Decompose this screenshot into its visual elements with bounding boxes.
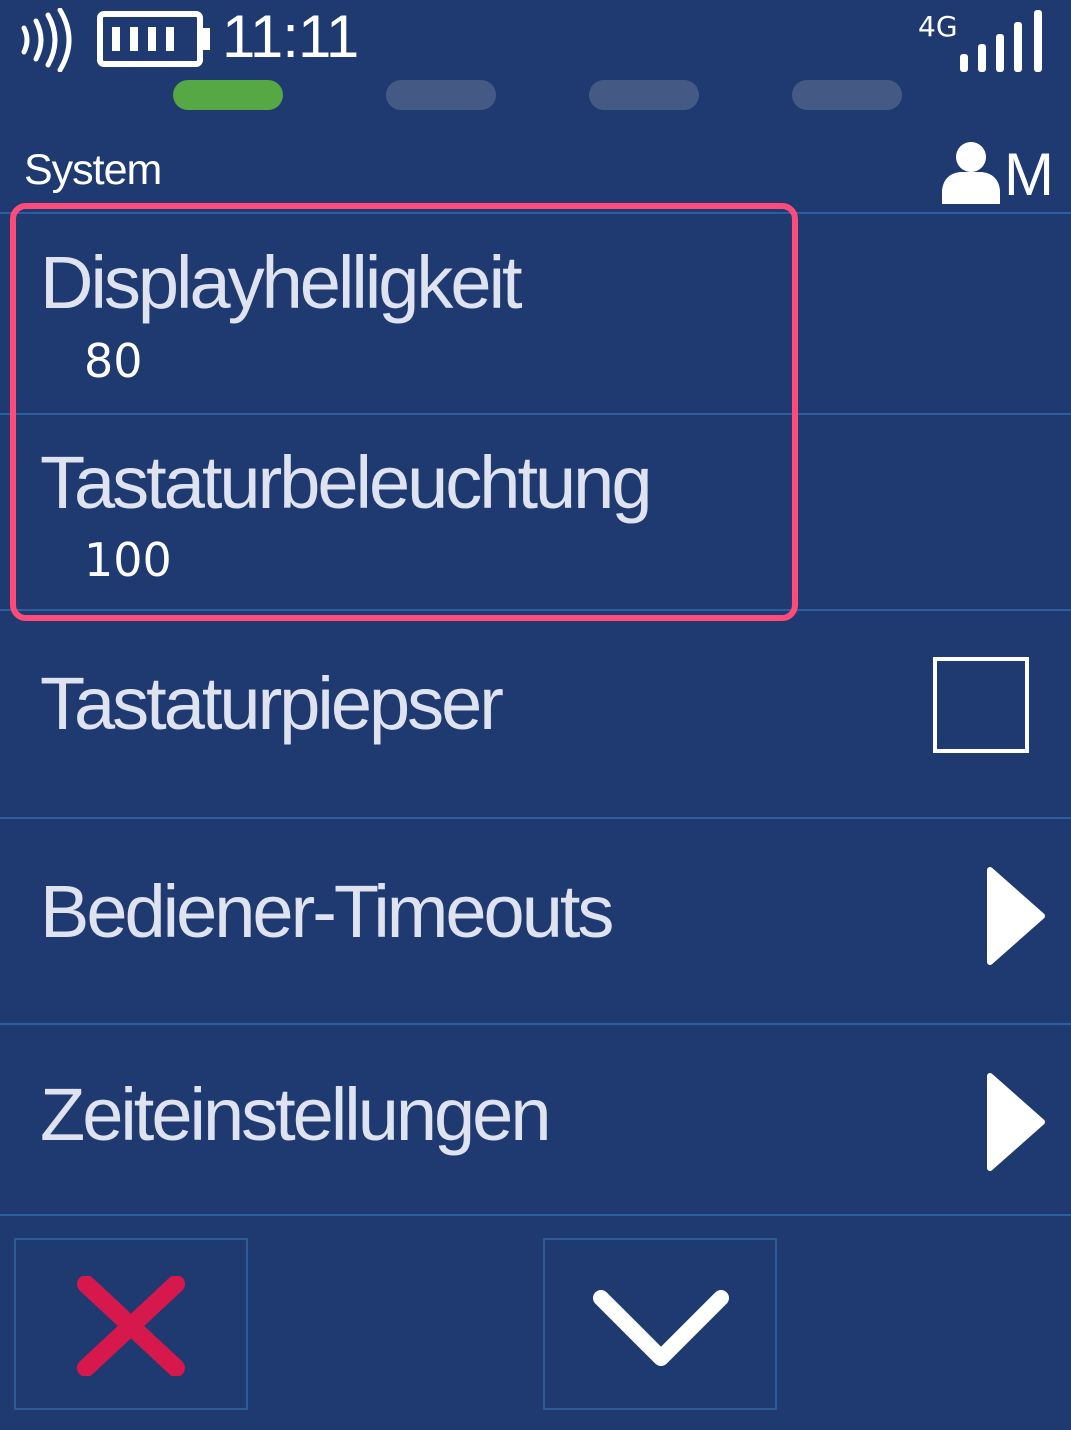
menu-item-label: Zeiteinstellungen [40,1073,551,1156]
keyboard-beep-checkbox[interactable] [933,657,1029,753]
chevron-right-icon [987,867,1045,965]
cancel-button[interactable] [14,1238,248,1410]
page-indicator-1 [173,80,283,110]
battery-icon [97,11,210,67]
signal-strength-icon [960,10,1042,72]
nfc-icon [21,8,72,72]
menu-item-label: Bediener-Timeouts [40,870,614,953]
menu-item-operator-timeouts[interactable]: Bediener-Timeouts [0,819,1071,1023]
page-title: System [24,146,162,194]
page-indicator-4 [792,80,902,110]
menu-item-time-settings[interactable]: Zeiteinstellungen [0,1025,1071,1214]
network-type-label: 4G [918,10,958,43]
selection-highlight [10,203,798,621]
user-icon [942,142,1000,204]
chevron-down-icon [593,1290,729,1366]
status-time: 11:11 [222,3,359,70]
status-bar: 11:11 4G [0,0,1071,80]
close-icon [77,1276,185,1376]
confirm-button[interactable] [543,1238,777,1410]
chevron-right-icon [987,1073,1045,1171]
divider [0,1214,1071,1216]
page-indicator-3 [589,80,699,110]
menu-item-label: Tastaturpiepser [40,662,504,745]
page-indicator-2 [386,80,496,110]
menu-item-keyboard-beep[interactable]: Tastaturpiepser [0,611,1071,817]
user-initial: M [1004,141,1054,208]
